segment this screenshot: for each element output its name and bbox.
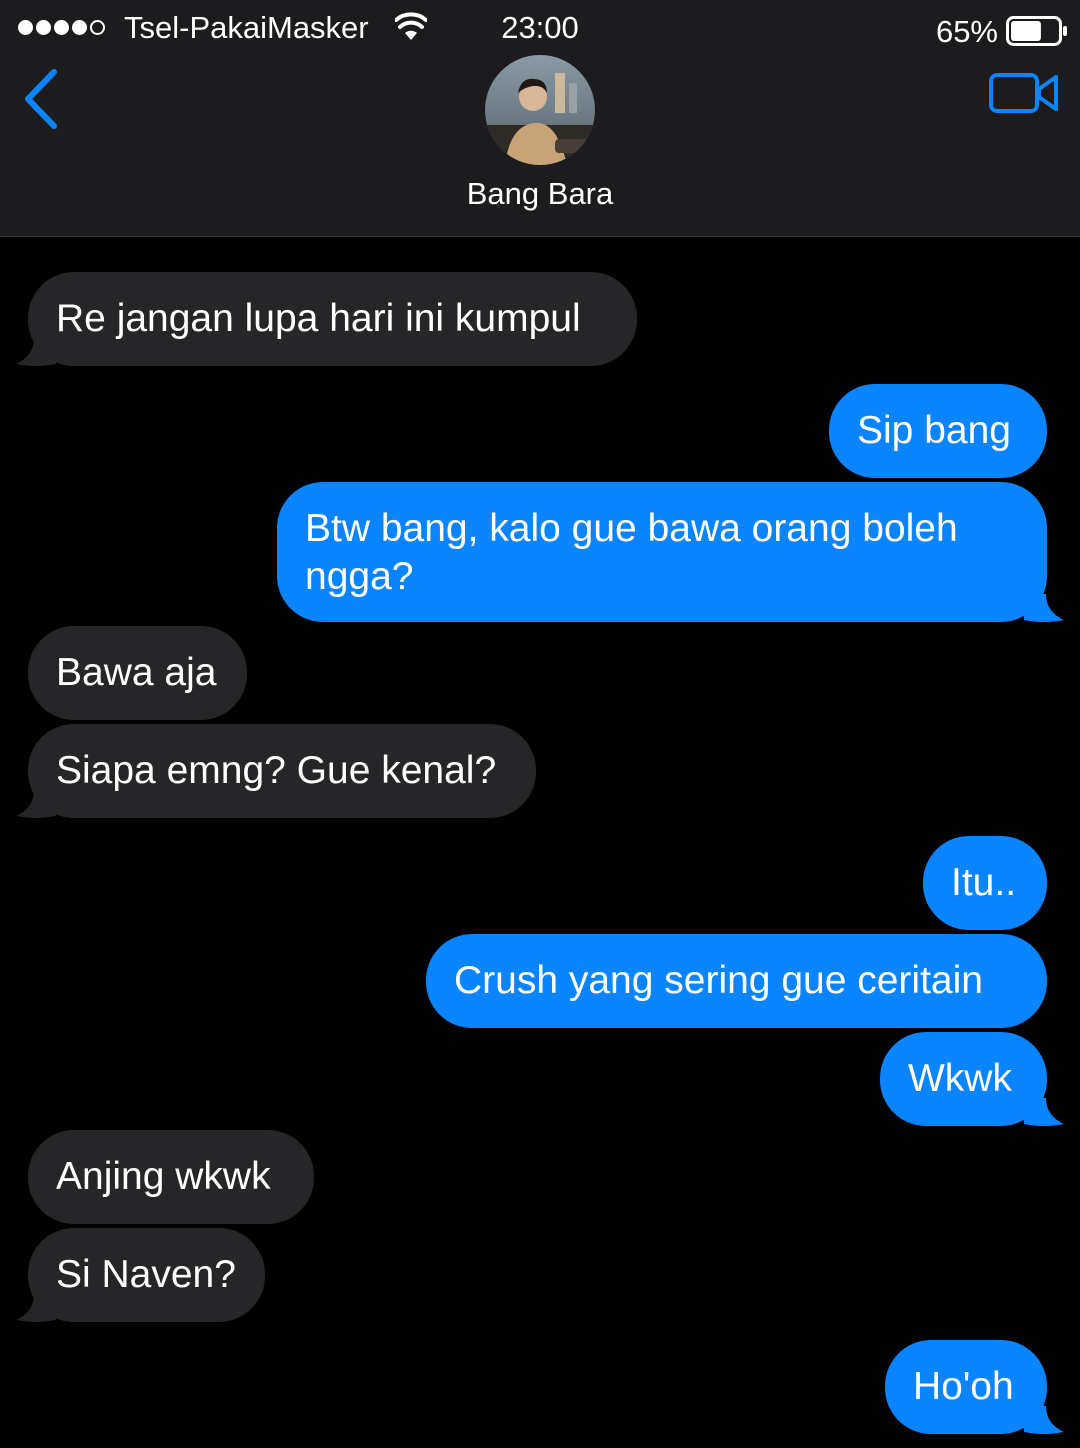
status-time: 23:00 xyxy=(501,10,579,45)
message-bubble-incoming[interactable]: Re jangan lupa hari ini kumpul xyxy=(28,272,637,366)
message-bubble-outgoing[interactable]: Btw bang, kalo gue bawa orang boleh ngga… xyxy=(277,482,1047,622)
bubble-tail xyxy=(1024,594,1064,622)
status-bar: Tsel-PakaiMasker 23:00 65% xyxy=(0,0,1080,56)
message-text: Ho'oh xyxy=(913,1365,1014,1408)
message-text: Si Naven? xyxy=(56,1253,236,1296)
contact-name[interactable]: Bang Bara xyxy=(0,174,1080,214)
conversation-header: Tsel-PakaiMasker 23:00 65% Bang Bara xyxy=(0,0,1080,237)
back-chevron-icon[interactable] xyxy=(16,64,68,134)
battery-percent: 65% xyxy=(935,14,998,49)
message-text: Itu.. xyxy=(951,861,1017,904)
message-text: Crush yang sering gue ceritain xyxy=(454,959,983,1002)
bubble-tail xyxy=(16,790,56,818)
message-bubble-incoming[interactable]: Si Naven? xyxy=(28,1228,265,1322)
message-text: Btw bang, kalo gue bawa orang boleh ngga… xyxy=(305,507,958,598)
avatar-image xyxy=(485,55,595,165)
message-bubble-outgoing[interactable]: Wkwk xyxy=(880,1032,1047,1126)
message-text: Anjing wkwk xyxy=(56,1155,271,1198)
message-text: Siapa emng? Gue kenal? xyxy=(56,749,497,792)
bubble-tail xyxy=(1024,1406,1064,1434)
message-bubble-incoming[interactable]: Anjing wkwk xyxy=(28,1130,314,1224)
message-text: Re jangan lupa hari ini kumpul xyxy=(56,297,581,340)
message-bubble-outgoing[interactable]: Sip bang xyxy=(829,384,1047,478)
bubble-tail xyxy=(16,338,56,366)
message-bubble-incoming[interactable]: Bawa aja xyxy=(28,626,247,720)
message-bubble-outgoing[interactable]: Itu.. xyxy=(923,836,1047,930)
message-bubble-outgoing[interactable]: Ho'oh xyxy=(885,1340,1047,1434)
bubble-tail xyxy=(16,1294,56,1322)
battery-icon xyxy=(1006,16,1067,46)
message-text: Bawa aja xyxy=(56,651,217,694)
message-bubble-incoming[interactable]: Siapa emng? Gue kenal? xyxy=(28,724,536,818)
message-text: Sip bang xyxy=(857,409,1011,452)
contact-avatar[interactable] xyxy=(485,55,595,165)
message-bubble-outgoing[interactable]: Crush yang sering gue ceritain xyxy=(426,934,1047,1028)
bubble-tail xyxy=(1024,1098,1064,1126)
video-call-icon[interactable] xyxy=(988,70,1060,116)
message-text: Wkwk xyxy=(908,1057,1012,1100)
